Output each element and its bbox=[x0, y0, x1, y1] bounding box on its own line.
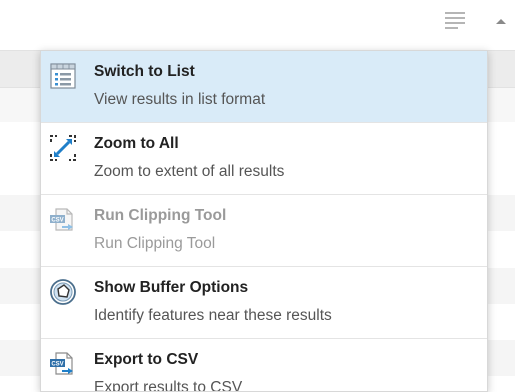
menu-item-description: Identify features near these results bbox=[94, 307, 332, 324]
menu-item-title: Export to CSV bbox=[94, 351, 199, 368]
zoom-extent-icon bbox=[49, 134, 77, 162]
menu-item-description: View results in list format bbox=[94, 91, 266, 108]
svg-text:CSV: CSV bbox=[51, 362, 63, 368]
list-view-icon bbox=[49, 62, 77, 90]
csv-clip-icon: CSV bbox=[49, 206, 77, 234]
menu-item-title: Switch to List bbox=[94, 63, 195, 80]
menu-item-title: Run Clipping Tool bbox=[94, 207, 227, 224]
hamburger-list-icon[interactable] bbox=[444, 10, 466, 30]
svg-text:CSV: CSV bbox=[51, 218, 63, 224]
result-options-menu: Switch to List View results in list form… bbox=[40, 50, 488, 392]
buffer-icon bbox=[49, 278, 77, 306]
caret-up-icon[interactable] bbox=[494, 14, 508, 24]
menu-item-description: Run Clipping Tool bbox=[94, 235, 216, 252]
menu-item-zoom-to-all[interactable]: Zoom to All Zoom to extent of all result… bbox=[41, 123, 487, 195]
csv-export-icon: CSV bbox=[49, 350, 77, 378]
menu-item-title: Show Buffer Options bbox=[94, 279, 249, 296]
menu-item-show-buffer-options[interactable]: Show Buffer Options Identify features ne… bbox=[41, 267, 487, 339]
menu-item-export-to-csv[interactable]: CSV Export to CSV Export results to CSV bbox=[41, 339, 487, 392]
menu-item-description: Zoom to extent of all results bbox=[94, 163, 285, 180]
menu-item-description: Export results to CSV bbox=[94, 379, 243, 392]
menu-item-run-clipping-tool: CSV Run Clipping Tool Run Clipping Tool bbox=[41, 195, 487, 267]
menu-item-title: Zoom to All bbox=[94, 135, 179, 152]
menu-item-switch-to-list[interactable]: Switch to List View results in list form… bbox=[41, 51, 487, 123]
